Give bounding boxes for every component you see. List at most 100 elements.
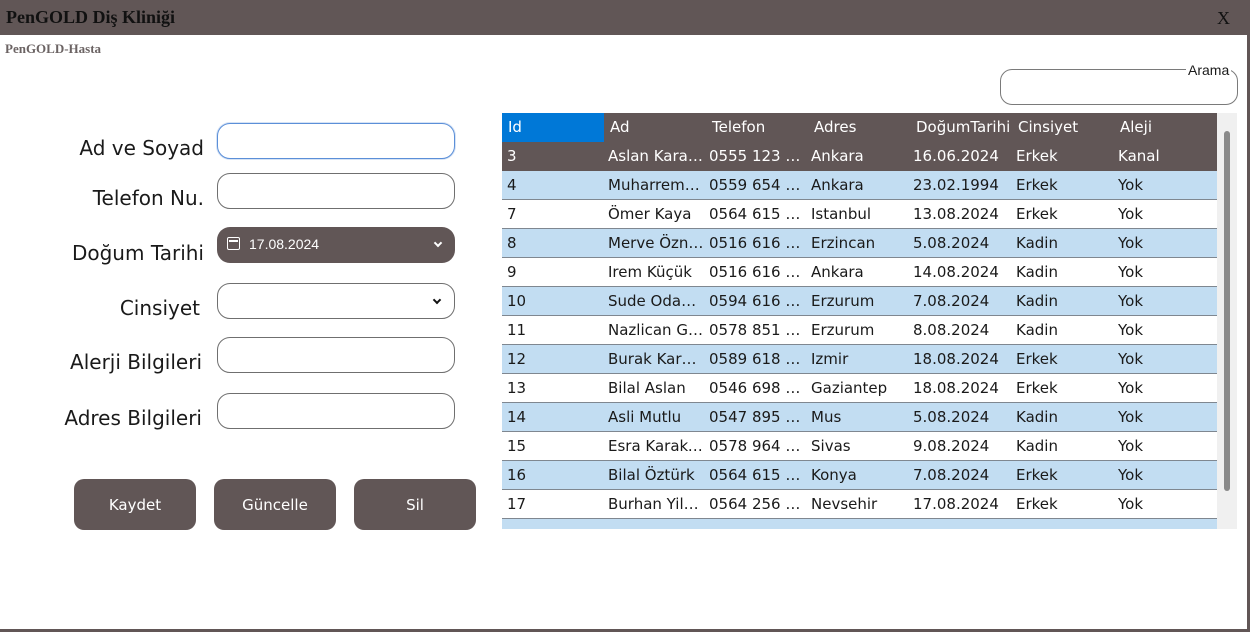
table-row[interactable]: 8 Merve Öznur 0516 616 89... Erzincan 5.08.2…	[502, 229, 1217, 258]
column-header-allergy[interactable]: Aleji	[1114, 113, 1217, 142]
cell-phone: 0559 654 26...	[709, 176, 806, 194]
table-row[interactable]: 4 Muharrem K... 0559 654 26... Ankara 23.02.…	[502, 171, 1217, 200]
cell-name: Burhan Yildiz	[608, 495, 704, 513]
vertical-scrollbar[interactable]	[1217, 113, 1237, 529]
cell-allergy: Yok	[1118, 263, 1144, 281]
column-header-birthdate[interactable]: DoğumTarihi	[910, 113, 1012, 142]
table-row[interactable]: 10 Sude Odabasi 0594 616 61... Erzurum 7.08.…	[502, 287, 1217, 316]
cell-birthdate: 7.08.2024	[913, 292, 990, 310]
table-row[interactable]: 14 Asli Mutlu 0547 895 24... Mus 5.08.2024 Ka…	[502, 403, 1217, 432]
cell-phone: 0547 895 24...	[709, 408, 806, 426]
cell-phone: 0516 616 89...	[709, 234, 806, 252]
cell-id: 4	[507, 176, 517, 194]
address-label: Adres Bilgileri	[64, 406, 202, 430]
name-input[interactable]	[217, 123, 455, 159]
close-button[interactable]: X	[1217, 8, 1230, 29]
cell-name: Irem Küçük	[608, 263, 692, 281]
cell-id: 11	[507, 321, 527, 339]
cell-birthdate: 16.06.2024	[913, 147, 999, 165]
cell-gender: Kadin	[1016, 408, 1058, 426]
cell-phone: 0546 698 14...	[709, 379, 806, 397]
table-row[interactable]: 15 Esra Karakoç 0578 964 25... Sivas 9.08.20…	[502, 432, 1217, 461]
table-row[interactable]: 13 Bilal Aslan 0546 698 14... Gaziantep 18.0…	[502, 374, 1217, 403]
gender-label: Cinsiyet	[119, 296, 200, 320]
delete-button[interactable]: Sil	[354, 479, 476, 530]
table-row[interactable]: 17 Burhan Yildiz 0564 256 27... Nevsehir 17.…	[502, 490, 1217, 519]
cell-allergy: Yok	[1118, 437, 1144, 455]
table-header: Id Ad Telefon Adres DoğumTarihi Cinsiyet…	[502, 113, 1217, 142]
birthdate-value: 17.08.2024	[249, 236, 320, 252]
cell-address: Erzurum	[811, 321, 875, 339]
cell-name: Sude Odabasi	[608, 292, 704, 310]
column-header-address[interactable]: Adres	[808, 113, 910, 142]
allergy-input[interactable]	[217, 337, 455, 373]
gender-select[interactable]	[217, 283, 455, 319]
search-input[interactable]	[1009, 76, 1229, 98]
cell-phone: 0594 616 61...	[709, 292, 806, 310]
cell-name: Burak Karakas	[608, 350, 704, 368]
phone-input[interactable]	[217, 173, 455, 209]
table-row[interactable]: 9 Irem Küçük 0516 616 51... Ankara 14.08.202…	[502, 258, 1217, 287]
cell-birthdate: 13.08.2024	[913, 205, 999, 223]
name-label: Ad ve Soyad	[79, 136, 204, 160]
cell-gender: Erkek	[1016, 379, 1058, 397]
cell-address: Ankara	[811, 147, 864, 165]
cell-birthdate: 18.08.2024	[913, 350, 999, 368]
phone-label: Telefon Nu.	[92, 186, 204, 210]
cell-id: 3	[507, 147, 517, 165]
cell-id: 8	[507, 234, 517, 252]
cell-address: Nevsehir	[811, 495, 878, 513]
form-subtitle: PenGOLD-Hasta	[5, 41, 102, 56]
cell-gender: Erkek	[1016, 495, 1058, 513]
cell-address: Erzincan	[811, 234, 876, 252]
table-row[interactable]: 7 Ömer Kaya 0564 615 65... Istanbul 13.08.20…	[502, 200, 1217, 229]
cell-gender: Kadin	[1016, 321, 1058, 339]
cell-birthdate: 8.08.2024	[913, 321, 990, 339]
birthdate-label: Doğum Tarihi	[71, 241, 204, 265]
update-button[interactable]: Güncelle	[214, 479, 336, 530]
address-input[interactable]	[217, 393, 455, 429]
cell-allergy: Yok	[1118, 292, 1144, 310]
cell-allergy: Yok	[1118, 495, 1144, 513]
cell-allergy: Yok	[1118, 205, 1144, 223]
chevron-down-icon	[433, 238, 443, 248]
table-row[interactable]	[502, 519, 1217, 529]
cell-address: Izmir	[811, 350, 849, 368]
cell-allergy: Yok	[1118, 350, 1144, 368]
column-header-phone[interactable]: Telefon	[706, 113, 808, 142]
cell-phone: 0564 615 65...	[709, 205, 806, 223]
cell-allergy: Yok	[1118, 176, 1144, 194]
cell-phone: 0564 256 27...	[709, 495, 806, 513]
column-header-name[interactable]: Ad	[604, 113, 706, 142]
cell-allergy: Yok	[1118, 408, 1144, 426]
cell-phone: 0578 851 65...	[709, 321, 806, 339]
cell-id: 15	[507, 437, 527, 455]
save-button[interactable]: Kaydet	[74, 479, 196, 530]
column-header-id[interactable]: Id	[502, 113, 604, 142]
chevron-down-icon	[432, 295, 442, 305]
cell-allergy: Yok	[1118, 234, 1144, 252]
column-header-gender[interactable]: Cinsiyet	[1012, 113, 1114, 142]
cell-phone: 0578 964 25...	[709, 437, 806, 455]
cell-birthdate: 7.08.2024	[913, 466, 990, 484]
scrollbar-thumb[interactable]	[1224, 131, 1230, 491]
table-row[interactable]: 12 Burak Karakas 0589 618 41... Izmir 18.08.…	[502, 345, 1217, 374]
cell-address: Sivas	[811, 437, 851, 455]
table-row[interactable]: 3 Aslan Karao... 0555 123 45... Ankara 16.06…	[502, 142, 1217, 171]
cell-gender: Kadin	[1016, 234, 1058, 252]
birthdate-picker[interactable]: 17.08.2024	[217, 227, 455, 263]
cell-gender: Kadin	[1016, 292, 1058, 310]
window-title: PenGOLD Diş Kliniği	[6, 7, 176, 27]
cell-birthdate: 5.08.2024	[913, 408, 990, 426]
cell-name: Nazlican Gül...	[608, 321, 704, 339]
cell-phone: 0516 616 51...	[709, 263, 806, 281]
cell-id: 12	[507, 350, 527, 368]
table-row[interactable]: 16 Bilal Öztürk 0564 615 86... Konya 7.08.20…	[502, 461, 1217, 490]
table-row[interactable]: 11 Nazlican Gül... 0578 851 65... Erzurum 8.…	[502, 316, 1217, 345]
cell-allergy: Yok	[1118, 466, 1144, 484]
cell-id: 13	[507, 379, 527, 397]
cell-id: 7	[507, 205, 517, 223]
cell-gender: Erkek	[1016, 205, 1058, 223]
cell-allergy: Yok	[1118, 379, 1144, 397]
cell-address: Istanbul	[811, 205, 872, 223]
